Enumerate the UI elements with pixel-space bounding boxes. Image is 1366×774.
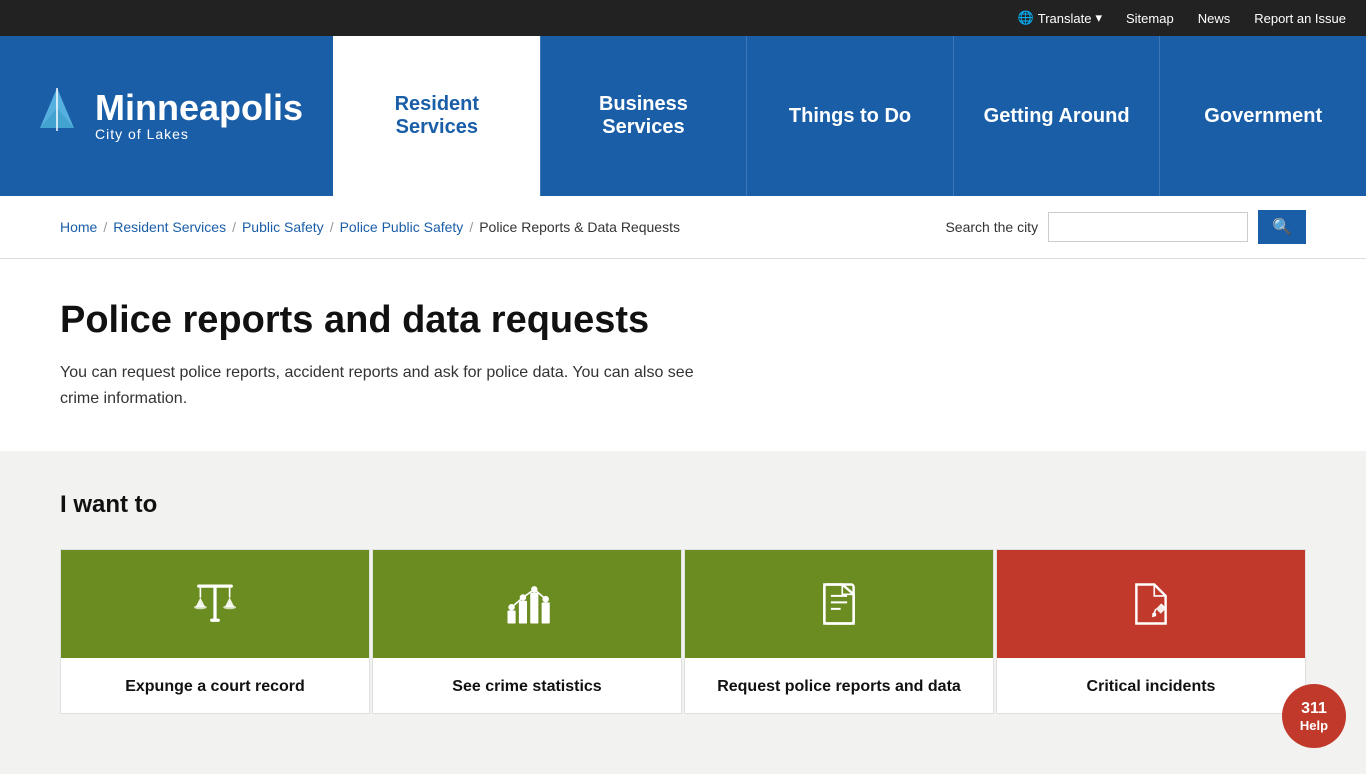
search-button[interactable]: 🔍: [1258, 210, 1306, 244]
card-icon-box-crime: [373, 550, 681, 658]
breadcrumb-sep-1: /: [103, 219, 107, 235]
city-name: Minneapolis: [95, 90, 303, 126]
help-bubble[interactable]: 311 Help: [1282, 684, 1346, 748]
card-label-reports: Request police reports and data: [701, 658, 977, 712]
translate-button[interactable]: 🌐 Translate ▾: [1018, 10, 1102, 26]
breadcrumb-bar: Home / Resident Services / Public Safety…: [0, 196, 1366, 259]
page-description: You can request police reports, accident…: [60, 360, 710, 411]
help-label: Help: [1300, 718, 1328, 734]
breadcrumb: Home / Resident Services / Public Safety…: [60, 219, 680, 235]
document-edit-icon: [1125, 578, 1177, 630]
nav-item-business-services[interactable]: Business Services: [540, 36, 747, 196]
i-want-to-section: I want to Expunge a court r: [0, 451, 1366, 773]
page-title: Police reports and data requests: [60, 299, 840, 342]
logo-leaf-icon: [30, 83, 85, 150]
card-icon-box-expunge: [61, 550, 369, 658]
document-icon: [813, 578, 865, 630]
nav-item-things-to-do[interactable]: Things to Do: [746, 36, 953, 196]
card-label-crime: See crime statistics: [436, 658, 617, 712]
breadcrumb-sep-2: /: [232, 219, 236, 235]
breadcrumb-resident-services[interactable]: Resident Services: [113, 219, 226, 235]
card-icon-box-reports: [685, 550, 993, 658]
logo-area: Minneapolis City of Lakes: [0, 36, 333, 196]
card-crime-stats[interactable]: See crime statistics: [372, 549, 682, 713]
scales-icon: [189, 578, 241, 630]
nav-item-getting-around[interactable]: Getting Around: [953, 36, 1160, 196]
header: Minneapolis City of Lakes Resident Servi…: [0, 36, 1366, 196]
translate-label: Translate: [1038, 11, 1092, 26]
breadcrumb-sep-3: /: [330, 219, 334, 235]
breadcrumb-home[interactable]: Home: [60, 219, 97, 235]
main-content: Police reports and data requests You can…: [0, 259, 900, 451]
card-police-reports[interactable]: Request police reports and data: [684, 549, 994, 713]
city-sub: City of Lakes: [95, 126, 303, 142]
logo-text: Minneapolis City of Lakes: [95, 90, 303, 142]
section-title: I want to: [60, 491, 1306, 519]
nav-item-government[interactable]: Government: [1159, 36, 1366, 196]
chart-icon: [501, 578, 553, 630]
card-icon-box-incidents: [997, 550, 1305, 658]
breadcrumb-current: Police Reports & Data Requests: [479, 219, 680, 235]
search-label: Search the city: [945, 219, 1038, 235]
search-area: Search the city 🔍: [945, 210, 1306, 244]
chevron-down-icon: ▾: [1095, 10, 1102, 26]
news-link[interactable]: News: [1198, 11, 1231, 26]
top-bar: 🌐 Translate ▾ Sitemap News Report an Iss…: [0, 0, 1366, 36]
main-nav: Resident Services Business Services Thin…: [333, 36, 1366, 196]
search-input[interactable]: [1048, 212, 1248, 242]
card-label-expunge: Expunge a court record: [109, 658, 321, 712]
nav-item-resident-services[interactable]: Resident Services: [333, 36, 540, 196]
report-issue-link[interactable]: Report an Issue: [1254, 11, 1346, 26]
breadcrumb-sep-4: /: [469, 219, 473, 235]
card-label-incidents: Critical incidents: [1071, 658, 1232, 712]
search-icon: 🔍: [1272, 219, 1292, 236]
help-number: 311: [1301, 699, 1327, 718]
card-critical-incidents[interactable]: Critical incidents: [996, 549, 1306, 713]
breadcrumb-police-public-safety[interactable]: Police Public Safety: [340, 219, 464, 235]
cards-row: Expunge a court record See crime statist…: [60, 549, 1306, 713]
breadcrumb-public-safety[interactable]: Public Safety: [242, 219, 324, 235]
card-expunge[interactable]: Expunge a court record: [60, 549, 370, 713]
globe-icon: 🌐: [1018, 10, 1034, 26]
sitemap-link[interactable]: Sitemap: [1126, 11, 1174, 26]
